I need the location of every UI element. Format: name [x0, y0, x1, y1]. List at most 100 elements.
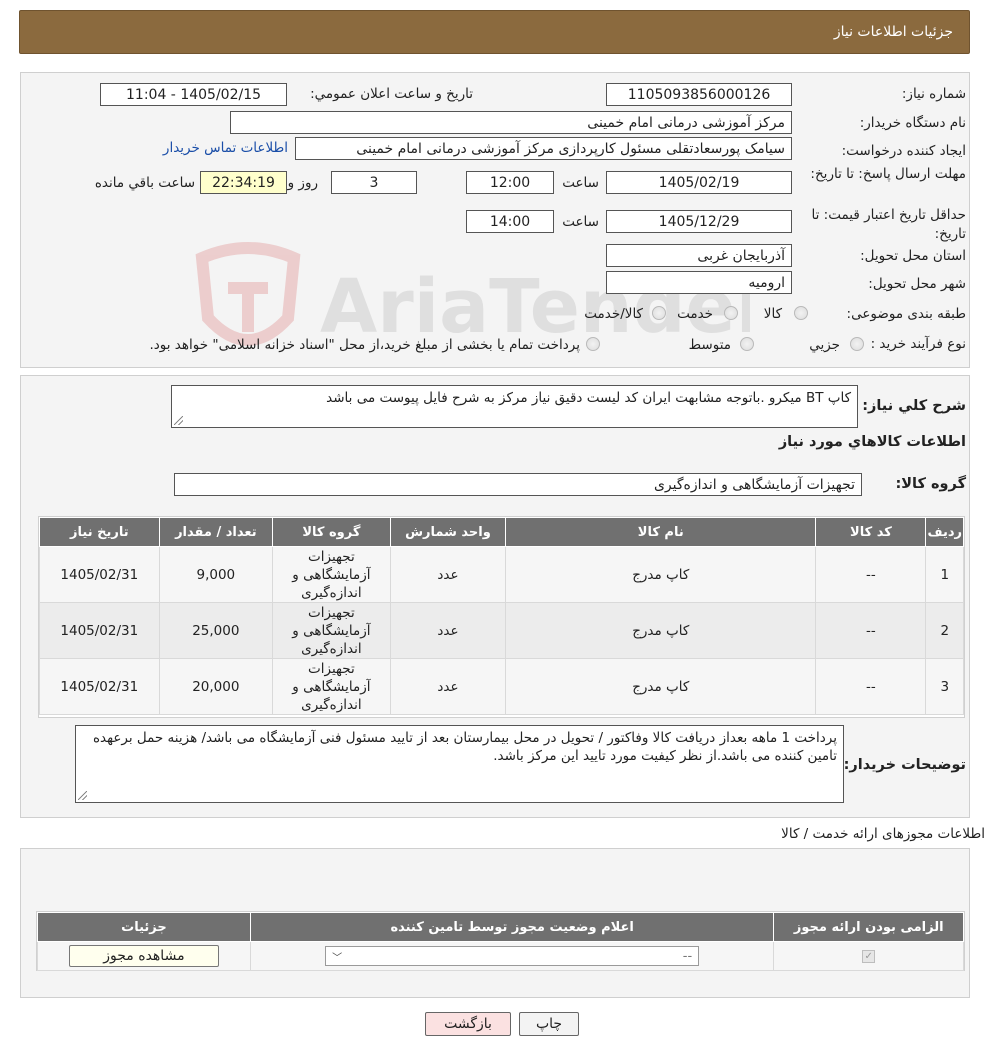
remaining-time-field: 22:34:19: [200, 171, 287, 194]
delivery-province-label: استان محل تحويل:: [860, 248, 966, 264]
treasury-payment-note: پرداخت تمام يا بخشی از مبلغ خريد،از محل …: [149, 337, 580, 353]
description-textarea: کاپ BT میکرو .باتوجه مشابهت ایران کد لیس…: [171, 385, 858, 428]
goods-table-wrapper: رديف کد کالا نام کالا واحد شمارش گروه کا…: [38, 516, 965, 718]
need-number-label: شماره نیاز:: [901, 86, 966, 102]
deadline-date-field: 1405/02/19: [606, 171, 792, 194]
licenses-table-wrapper: الزامی بودن ارائه مجوز اعلام وضعيت مجوز …: [36, 911, 965, 971]
table-row: ✓ -- ﹀ مشاهده مجوز: [37, 941, 964, 971]
row-group: تجهیزات آزمایشگاهی و اندازه‌گیری: [272, 602, 391, 659]
description-text: کاپ BT میکرو .باتوجه مشابهت ایران کد لیس…: [326, 390, 851, 406]
goods-group-label: گروه کالا:: [895, 476, 966, 492]
row-date: 1405/02/31: [39, 658, 160, 715]
treasury-note-radio[interactable]: [586, 337, 600, 351]
category-goods-label: کالا: [763, 306, 782, 322]
details-cell: مشاهده مجوز: [37, 941, 251, 971]
col-code-header: کد کالا: [815, 517, 927, 547]
request-creator-label: ايجاد کننده درخواست:: [841, 143, 966, 159]
goods-table: رديف کد کالا نام کالا واحد شمارش گروه کا…: [39, 517, 964, 715]
need-number-field: 1105093856000126: [606, 83, 792, 106]
goods-table-header: رديف کد کالا نام کالا واحد شمارش گروه کا…: [39, 517, 964, 547]
deadline-label: مهلت ارسال پاسخ: تا تاريخ:: [810, 166, 966, 182]
license-status-value: --: [682, 948, 693, 964]
back-button[interactable]: بازگشت: [425, 1012, 511, 1036]
price-validity-time-field: 14:00: [466, 210, 554, 233]
buyer-org-field: مرکز آموزشی درمانی امام خمینی: [230, 111, 792, 134]
category-goods-service-radio[interactable]: [652, 306, 666, 320]
table-row: 2 -- کاپ مدرج عدد تجهیزات آزمایشگاهی و ا…: [39, 602, 964, 659]
process-medium-radio[interactable]: [740, 337, 754, 351]
col-qty-header: تعداد / مقدار: [158, 517, 274, 547]
category-service-label: خدمت: [677, 306, 713, 322]
col-unit-header: واحد شمارش: [389, 517, 507, 547]
buyer-contact-link[interactable]: اطلاعات تماس خريدار: [163, 140, 288, 156]
table-row: 3 -- کاپ مدرج عدد تجهیزات آزمایشگاهی و ا…: [39, 658, 964, 715]
licenses-table: الزامی بودن ارائه مجوز اعلام وضعيت مجوز …: [37, 912, 964, 971]
process-minor-radio[interactable]: [850, 337, 864, 351]
license-status-select[interactable]: -- ﹀: [325, 946, 700, 966]
col-status-header: اعلام وضعيت مجوز توسط تامين کننده: [249, 912, 775, 942]
page-header: جزئیات اطلاعات نیاز: [19, 10, 970, 54]
view-license-button[interactable]: مشاهده مجوز: [68, 945, 219, 967]
row-unit: عدد: [389, 602, 507, 659]
row-code: --: [815, 658, 927, 715]
row-code: --: [815, 546, 927, 603]
row-qty: 25,000: [158, 602, 274, 659]
purchase-process-label: نوع فرآيند خريد :: [870, 336, 966, 352]
required-cell: ✓: [773, 941, 964, 971]
goods-group-field: تجهیزات آزمایشگاهی و اندازه‌گیری: [174, 473, 862, 496]
buyer-notes-textarea: پرداخت 1 ماهه بعداز دریافت کالا وفاکتور …: [75, 725, 844, 803]
days-label: روز و: [287, 175, 318, 191]
status-cell: -- ﹀: [249, 941, 775, 971]
description-label: شرح کلي نياز:: [862, 398, 966, 414]
col-date-header: تاريخ نياز: [39, 517, 160, 547]
col-group-header: گروه کالا: [272, 517, 391, 547]
row-unit: عدد: [389, 546, 507, 603]
process-minor-label: جزيي: [809, 337, 840, 353]
price-validity-time-label: ساعت: [562, 214, 599, 230]
buyer-notes-label: توضيحات خريدار:: [843, 757, 966, 773]
resize-grip-icon: [174, 416, 183, 425]
category-service-radio[interactable]: [724, 306, 738, 320]
row-group: تجهیزات آزمایشگاهی و اندازه‌گیری: [272, 546, 391, 603]
announce-datetime-field: 1405/02/15 - 11:04: [100, 83, 287, 106]
row-unit: عدد: [389, 658, 507, 715]
deadline-time-field: 12:00: [466, 171, 554, 194]
row-name: کاپ مدرج: [505, 602, 817, 659]
chevron-down-icon: ﹀: [332, 952, 343, 964]
buyer-org-label: نام دستگاه خريدار:: [859, 115, 966, 131]
col-name-header: نام کالا: [505, 517, 817, 547]
deadline-time-label: ساعت: [562, 175, 599, 191]
resize-grip-icon: [78, 791, 87, 800]
request-creator-field: سیامک پورسعادتقلی مسئول کارپردازی مرکز آ…: [295, 137, 792, 160]
announce-datetime-label: تاریخ و ساعت اعلان عمومي:: [310, 86, 473, 102]
row-qty: 9,000: [158, 546, 274, 603]
buyer-notes-text: پرداخت 1 ماهه بعداز دریافت کالا وفاکتور …: [92, 730, 837, 764]
row-name: کاپ مدرج: [505, 658, 817, 715]
col-index-header: رديف: [925, 517, 964, 547]
row-name: کاپ مدرج: [505, 546, 817, 603]
goods-section-title: اطلاعات کالاهاي مورد نياز: [778, 434, 966, 450]
licenses-title: اطلاعات مجوزهای ارائه خدمت / کالا: [781, 826, 985, 842]
col-required-header: الزامی بودن ارائه مجوز: [773, 912, 964, 942]
row-code: --: [815, 602, 927, 659]
table-row: 1 -- کاپ مدرج عدد تجهیزات آزمایشگاهی و ا…: [39, 546, 964, 603]
required-checkbox[interactable]: ✓: [862, 949, 876, 963]
days-remaining-field: 3: [331, 171, 417, 194]
row-group: تجهیزات آزمایشگاهی و اندازه‌گیری: [272, 658, 391, 715]
row-index: 3: [925, 658, 964, 715]
delivery-province-field: آذربايجان غربی: [606, 244, 792, 267]
delivery-city-label: شهر محل تحويل:: [868, 276, 966, 292]
print-button[interactable]: چاپ: [519, 1012, 579, 1036]
row-index: 2: [925, 602, 964, 659]
process-medium-label: متوسط: [688, 337, 731, 353]
page-title: جزئیات اطلاعات نیاز: [833, 24, 953, 40]
category-goods-radio[interactable]: [794, 306, 808, 320]
price-validity-date-field: 1405/12/29: [606, 210, 792, 233]
remaining-time-label: ساعت باقي مانده: [94, 175, 195, 191]
price-validity-label: حداقل تاريخ اعتبار قيمت: تا تاريخ:: [811, 207, 966, 242]
row-qty: 20,000: [158, 658, 274, 715]
delivery-city-field: اروميه: [606, 271, 792, 294]
licenses-table-header: الزامی بودن ارائه مجوز اعلام وضعيت مجوز …: [37, 912, 964, 942]
row-date: 1405/02/31: [39, 602, 160, 659]
row-index: 1: [925, 546, 964, 603]
